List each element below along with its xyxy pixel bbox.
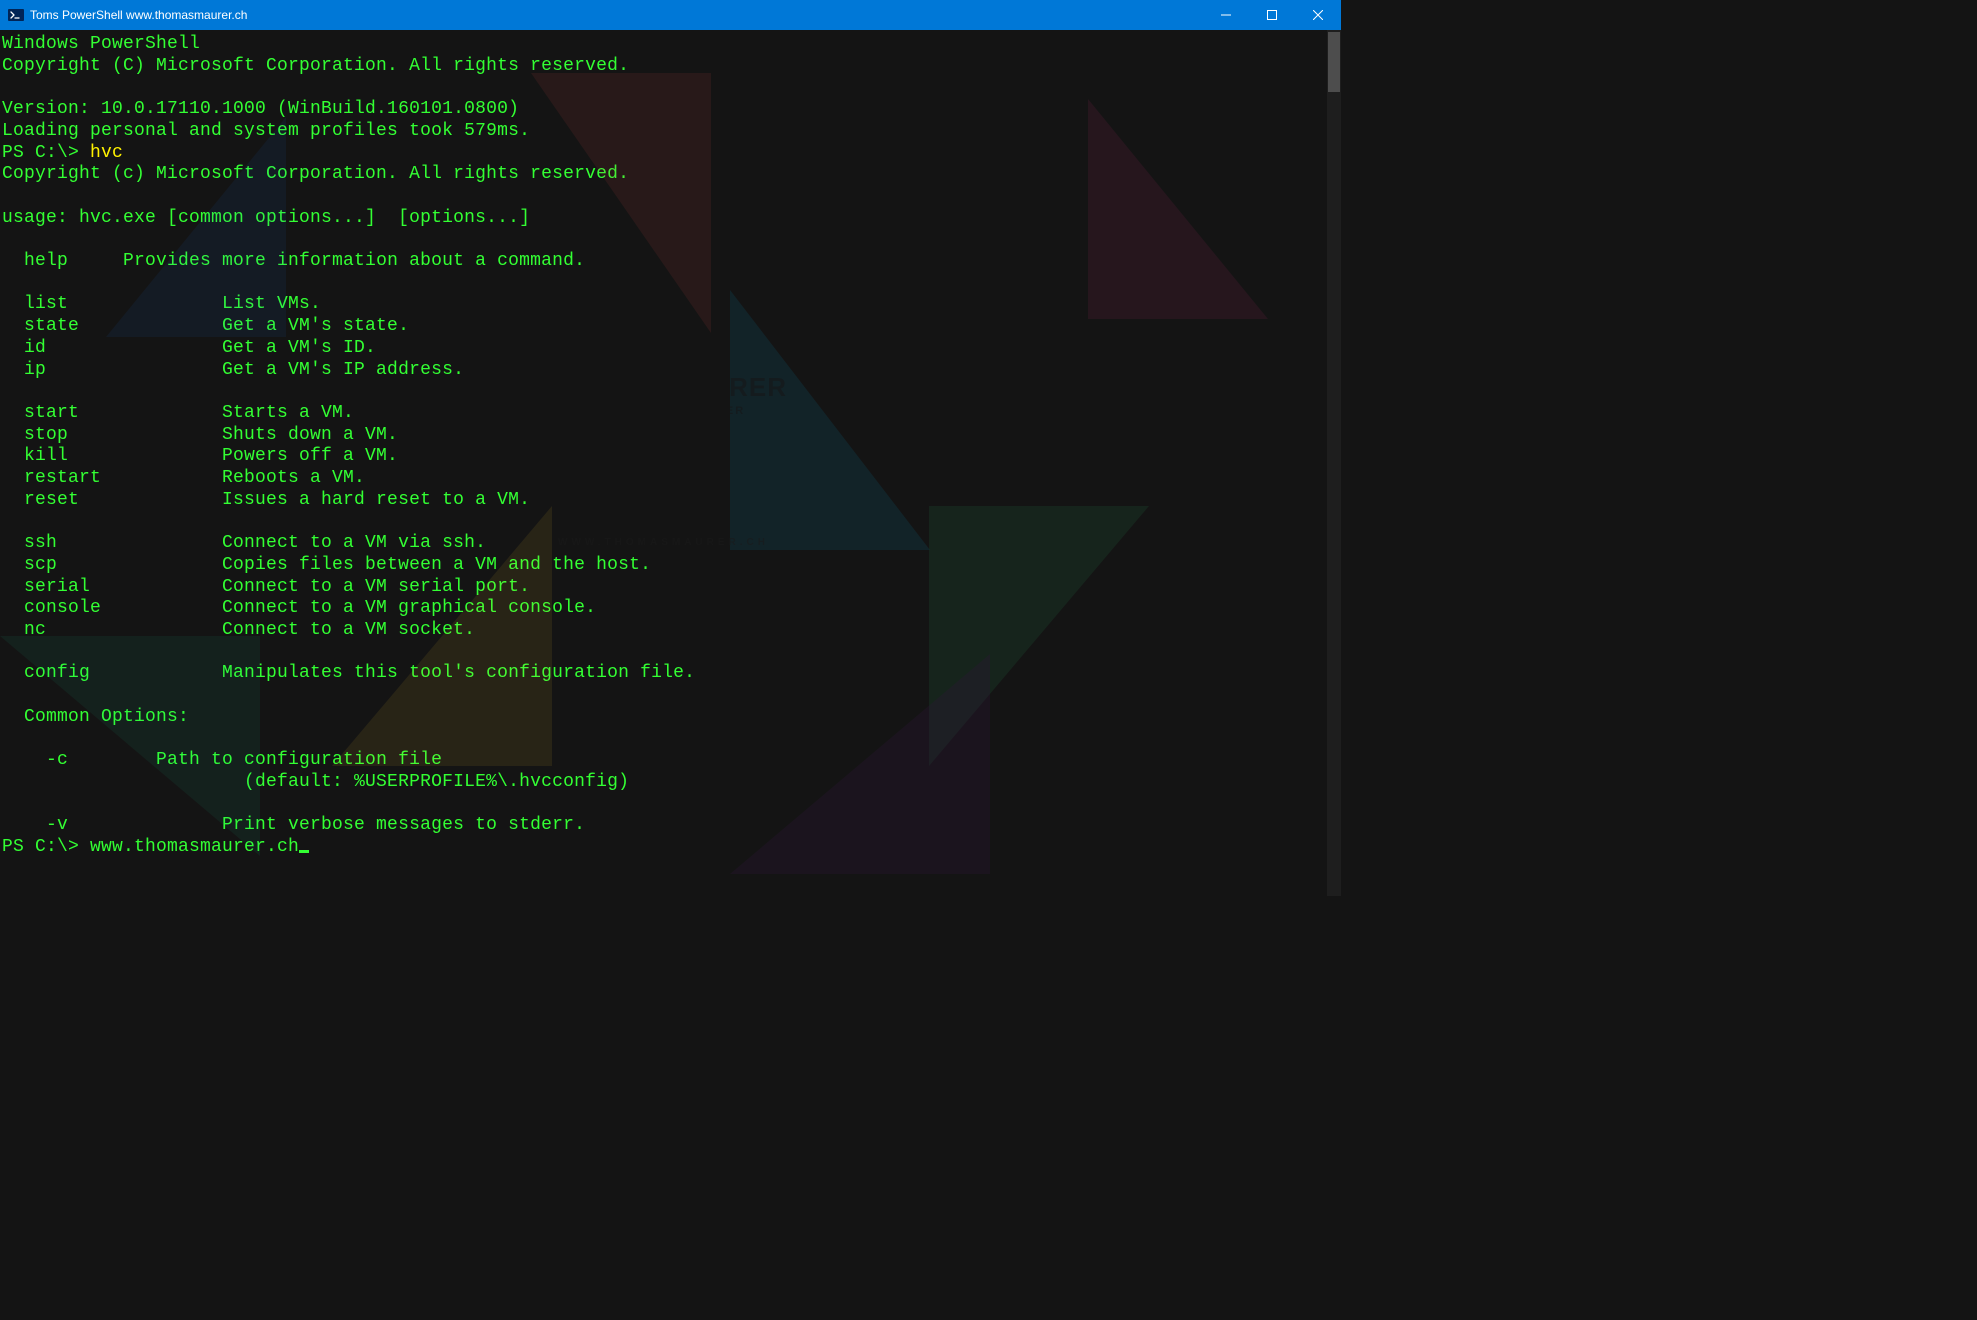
minimize-button[interactable] xyxy=(1203,0,1249,30)
window-title: Toms PowerShell www.thomasmaurer.ch xyxy=(30,8,247,22)
close-button[interactable] xyxy=(1295,0,1341,30)
powershell-window: Toms PowerShell www.thomasmaurer.ch THOM… xyxy=(0,0,1341,896)
vertical-scrollbar[interactable] xyxy=(1327,30,1341,896)
terminal-output[interactable]: Windows PowerShell Copyright (C) Microso… xyxy=(0,30,1327,861)
titlebar[interactable]: Toms PowerShell www.thomasmaurer.ch xyxy=(0,0,1341,30)
terminal-client-area[interactable]: THOMAS MAURER CLOUD & DATACENTER WWW.THO… xyxy=(0,30,1327,896)
maximize-button[interactable] xyxy=(1249,0,1295,30)
powershell-icon xyxy=(8,7,24,23)
scrollbar-thumb[interactable] xyxy=(1328,32,1340,92)
